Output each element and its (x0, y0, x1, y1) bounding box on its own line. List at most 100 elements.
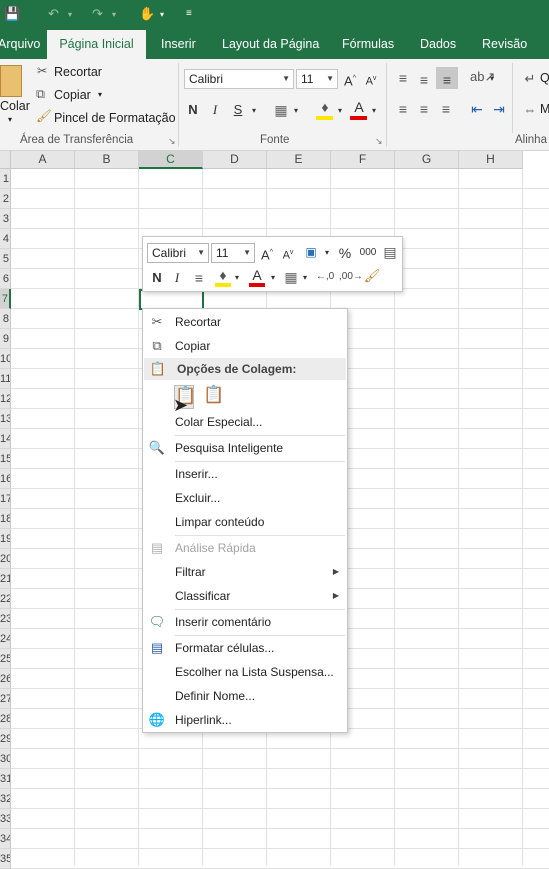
row-header-24[interactable]: 24 (0, 629, 11, 649)
menu-item-clear-contents[interactable]: Limpar conteúdo (143, 510, 347, 534)
row-header-1[interactable]: 1 (0, 169, 11, 189)
font-color-icon[interactable]: A (350, 97, 368, 117)
grow-font-icon[interactable]: A^ (343, 69, 357, 91)
column-header-c[interactable]: C (139, 151, 203, 169)
column-header-h[interactable]: H (459, 151, 523, 169)
row-header-8[interactable]: 8 (0, 309, 11, 329)
mini-fill-color-icon[interactable]: ♦ (215, 265, 231, 285)
increase-decimal-icon[interactable]: ←,0 (315, 267, 335, 287)
row-header-4[interactable]: 4 (0, 229, 11, 249)
row-header-7[interactable]: 7 (0, 289, 11, 309)
dialog-launcher-icon[interactable]: ↘ (168, 136, 176, 147)
paste-button[interactable]: Colar (0, 99, 30, 113)
copy-button[interactable]: Copiar (54, 88, 91, 102)
fill-color-icon[interactable]: ♦ (316, 97, 334, 117)
mini-fill-dropdown-icon[interactable]: ▾ (233, 268, 241, 288)
row-header-11[interactable]: 11 (0, 369, 11, 389)
wrap-text-label[interactable]: Q (540, 71, 549, 85)
tab-revisao[interactable]: Revisão (482, 30, 527, 59)
row-header-27[interactable]: 27 (0, 689, 11, 709)
menu-item-filter[interactable]: Filtrar ▶ (143, 560, 347, 584)
row-header-20[interactable]: 20 (0, 549, 11, 569)
tab-inserir[interactable]: Inserir (161, 30, 196, 59)
touch-dropdown-icon[interactable]: ▾ (160, 10, 164, 19)
align-top-icon[interactable]: ≡ (395, 68, 411, 88)
row-header-22[interactable]: 22 (0, 589, 11, 609)
mini-font-combo[interactable]: Calibri ▼ (147, 243, 209, 263)
accounting-format-icon[interactable]: ▣ (301, 242, 321, 262)
decrease-decimal-icon[interactable]: ,00→ (339, 267, 363, 287)
column-header-b[interactable]: B (75, 151, 139, 169)
customize-icon[interactable]: ≡ (186, 8, 192, 19)
row-header-6[interactable]: 6 (0, 269, 11, 289)
align-middle-icon[interactable]: ≡ (416, 70, 432, 90)
underline-dropdown-icon[interactable]: ▾ (250, 101, 258, 121)
row-header-18[interactable]: 18 (0, 509, 11, 529)
row-header-31[interactable]: 31 (0, 769, 11, 789)
tab-formulas[interactable]: Fórmulas (342, 30, 394, 59)
accounting-dropdown-icon[interactable]: ▾ (323, 243, 331, 263)
menu-item-delete[interactable]: Excluir... (143, 486, 347, 510)
redo-dropdown-icon[interactable]: ▾ (112, 10, 116, 19)
undo-dropdown-icon[interactable]: ▾ (68, 10, 72, 19)
mini-size-combo[interactable]: 11 ▼ (211, 243, 255, 263)
merge-label[interactable]: M (540, 102, 549, 116)
copy-dropdown-icon[interactable]: ▾ (98, 90, 102, 99)
grow-font-icon[interactable]: A^ (260, 243, 274, 265)
italic-button[interactable]: I (209, 100, 221, 120)
menu-item-sort[interactable]: Classificar ▶ (143, 584, 347, 608)
row-header-34[interactable]: 34 (0, 829, 11, 849)
menu-item-hyperlink[interactable]: 🌐 Hiperlink... (143, 708, 347, 732)
cut-button[interactable]: Recortar (54, 65, 102, 79)
row-header-26[interactable]: 26 (0, 669, 11, 689)
row-header-3[interactable]: 3 (0, 209, 11, 229)
merge-icon[interactable]: ⇔ (522, 100, 538, 120)
shrink-font-icon[interactable]: Av (364, 69, 378, 92)
menu-item-insert[interactable]: Inserir... (143, 462, 347, 486)
undo-icon[interactable]: ↶ (48, 6, 59, 22)
row-header-21[interactable]: 21 (0, 569, 11, 589)
column-header-d[interactable]: D (203, 151, 267, 169)
menu-item-smart-lookup[interactable]: 🔍 Pesquisa Inteligente (143, 436, 347, 460)
borders-icon[interactable]: ▦ (273, 100, 289, 120)
row-header-19[interactable]: 19 (0, 529, 11, 549)
touch-mode-icon[interactable]: ✋ (139, 6, 155, 22)
menu-item-format-cells[interactable]: ▤ Formatar células... (143, 636, 347, 660)
column-header-f[interactable]: F (331, 151, 395, 169)
orientation-dropdown-icon[interactable]: ▾ (488, 69, 496, 89)
underline-button[interactable]: S (232, 100, 244, 120)
row-header-28[interactable]: 28 (0, 709, 11, 729)
row-header-2[interactable]: 2 (0, 189, 11, 209)
menu-item-paste-special[interactable]: Colar Especial... (143, 410, 347, 434)
mini-font-color-dropdown-icon[interactable]: ▾ (269, 268, 277, 288)
row-header-30[interactable]: 30 (0, 749, 11, 769)
bold-button[interactable]: N (186, 100, 200, 120)
percent-style-button[interactable]: % (336, 243, 354, 263)
dialog-launcher-icon[interactable]: ↘ (375, 136, 383, 147)
mini-format-painter-icon[interactable]: 🖌 (363, 266, 381, 286)
row-header-33[interactable]: 33 (0, 809, 11, 829)
row-header-35[interactable]: 35 (0, 849, 11, 869)
align-center-icon[interactable]: ≡ (416, 99, 432, 119)
column-header-g[interactable]: G (395, 151, 459, 169)
orientation-icon[interactable]: ab↗ (470, 67, 495, 87)
row-header-29[interactable]: 29 (0, 729, 11, 749)
row-header-23[interactable]: 23 (0, 609, 11, 629)
row-header-32[interactable]: 32 (0, 789, 11, 809)
row-header-5[interactable]: 5 (0, 249, 11, 269)
tab-arquivo[interactable]: Arquivo (0, 30, 40, 59)
paste-icon[interactable] (0, 65, 22, 97)
borders-dropdown-icon[interactable]: ▾ (292, 101, 300, 121)
paste-values-icon[interactable]: 📋 (203, 385, 224, 409)
select-all-corner[interactable] (0, 151, 11, 169)
font-name-combo[interactable]: Calibri ▼ (184, 69, 294, 89)
active-cell[interactable] (139, 289, 204, 310)
row-header-10[interactable]: 10 (0, 349, 11, 369)
menu-item-copy[interactable]: ⧉ Copiar (143, 334, 347, 358)
save-icon[interactable]: 💾 (4, 6, 20, 22)
paste-dropdown-icon[interactable]: ▾ (8, 115, 12, 124)
font-size-combo[interactable]: 11 ▼ (296, 69, 338, 89)
tab-dados[interactable]: Dados (420, 30, 456, 59)
menu-item-pick-list[interactable]: Escolher na Lista Suspensa... (143, 660, 347, 684)
redo-icon[interactable]: ↷ (92, 6, 103, 22)
